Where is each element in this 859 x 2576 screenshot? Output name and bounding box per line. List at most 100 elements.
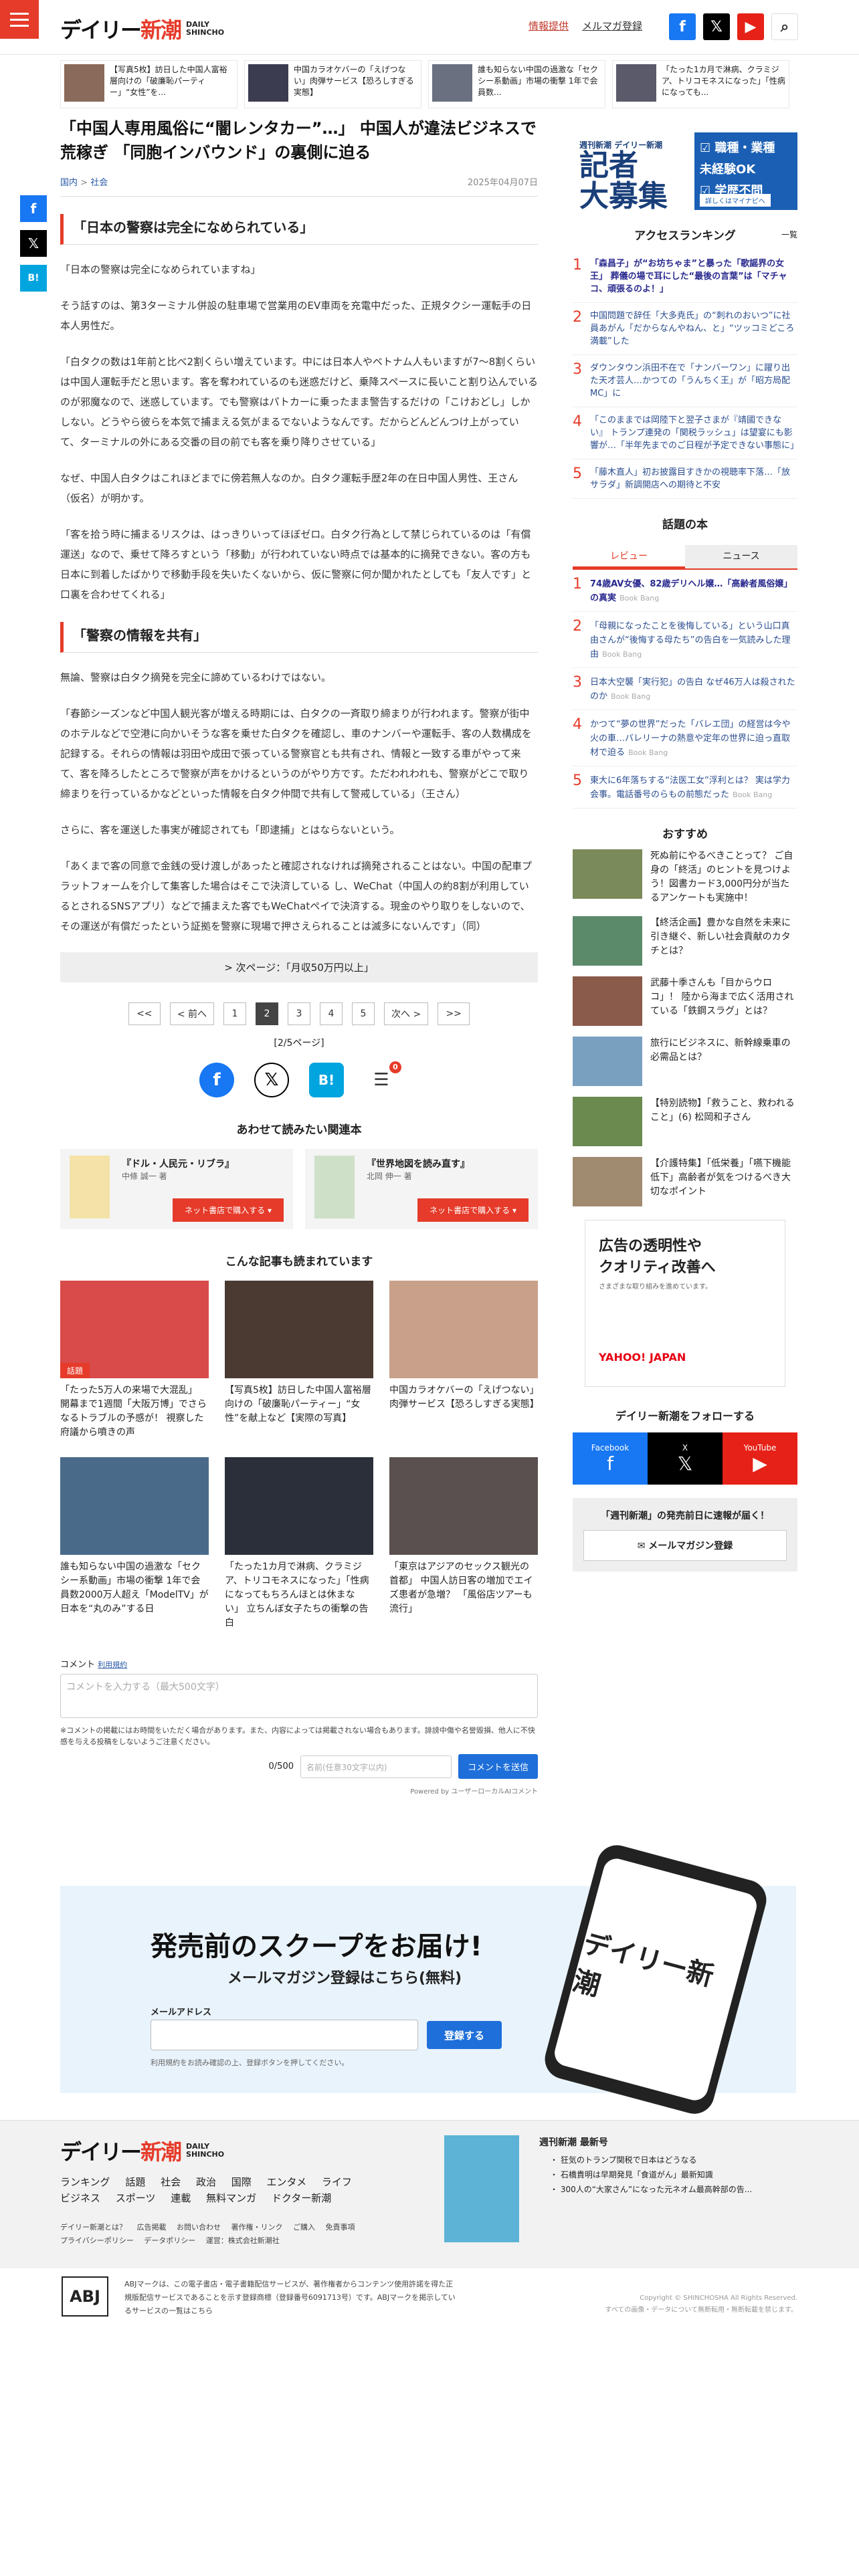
terms-link[interactable]: 利用規約: [98, 1660, 127, 1669]
buy-button[interactable]: ネット書店で購入する ▾: [173, 1198, 284, 1222]
ad-banner[interactable]: 広告の透明性や クオリティ改善へ さまざまな取り組みを進めています。 YAHOO…: [585, 1220, 785, 1387]
hatena-share-icon[interactable]: B!: [20, 265, 47, 292]
buy-button[interactable]: ネット書店で購入する ▾: [417, 1198, 529, 1222]
footer-link[interactable]: ライフ: [322, 2176, 352, 2188]
footer-link[interactable]: エンタメ: [267, 2176, 307, 2188]
book-cover[interactable]: [70, 1156, 110, 1218]
x-icon[interactable]: 𝕏: [703, 13, 730, 40]
name-input[interactable]: 名前(任意30文字以内): [300, 1755, 452, 1778]
strip-card[interactable]: 誰も知らない中国の過激な「セクシー系動画」市場の衝撃 1年で会員数...: [428, 60, 605, 108]
recommend-item[interactable]: 【特別読物】「救うこと、救われること」(6) 松岡和子さん: [573, 1097, 797, 1146]
menu-icon[interactable]: [0, 0, 39, 39]
ranking-item[interactable]: 1 「森昌子」が“お坊ちゃま”と暴った「歌謡界の女王」 葬儀の場で耳にした“最後の…: [573, 251, 797, 303]
youtube-icon[interactable]: ▶: [737, 13, 764, 40]
book-item[interactable]: 4 かつて“夢の世界”だった「バレエ団」の経営は今や火の車…バレリーナの熱意や定年…: [573, 710, 797, 766]
footer-small-link[interactable]: ご購入: [293, 2223, 315, 2232]
footer-link[interactable]: ランキング: [60, 2176, 110, 2188]
page-3-button[interactable]: 3: [288, 1002, 310, 1025]
facebook-follow-button[interactable]: Facebook f: [573, 1432, 648, 1485]
comment-input[interactable]: コメントを入力する（最大500文字）: [60, 1674, 538, 1718]
book-item[interactable]: 3 日本大空襲「実行犯」の告白 なぜ46万人は殺されたのか Book Bang: [573, 668, 797, 710]
footer-small-link[interactable]: 運営：株式会社新潮社: [206, 2236, 280, 2245]
footer-logo[interactable]: デイリー新潮 DAILY SHINCHO: [60, 2135, 224, 2166]
ranking-item[interactable]: 3 ダウンタウン浜田不在で「ナンバーワン」に躍り出た天才芸人…かつての「うんちく王…: [573, 355, 797, 407]
ranking-item[interactable]: 5 「藤木直人」初お披露目すきかの視聴率下落…「放サラダ」新調開店への期待と不安: [573, 459, 797, 499]
footer-small-link[interactable]: 広告掲載: [137, 2223, 167, 2232]
article-card[interactable]: 中国カラオケバーの「えげつない」肉弾サービス【恐ろしすぎる実態】: [389, 1281, 539, 1440]
footer-link[interactable]: 社会: [161, 2176, 181, 2188]
breadcrumb-home[interactable]: 国内: [60, 178, 78, 188]
section-heading: 「日本の警察は完全になめられている」: [60, 214, 538, 245]
comment-icon[interactable]: ☰ 0: [364, 1061, 401, 1097]
strip-card[interactable]: 「たった1カ月で淋病、クラミジア、トリコモネスになった」「性病になっても...: [612, 60, 789, 108]
book-title[interactable]: 『ドル・人民元・リブラ』: [122, 1157, 234, 1170]
email-input[interactable]: [151, 2020, 418, 2050]
footer-small-link[interactable]: 免責事項: [326, 2223, 355, 2232]
recommend-item[interactable]: 【介護特集】「低栄養」「嚥下機能低下」高齢者が気をつけるべき大切なポイント: [573, 1157, 797, 1206]
register-button[interactable]: 登録する: [427, 2021, 502, 2049]
footer-link[interactable]: 国際: [231, 2176, 252, 2188]
submit-comment-button[interactable]: コメントを送信: [458, 1754, 538, 1779]
youtube-follow-button[interactable]: YouTube ▶: [723, 1432, 797, 1485]
book-item[interactable]: 2 「母親になったことを後悔している」という山口真由さんが“後悔する母たち”の告白…: [573, 612, 797, 668]
page-4-button[interactable]: 4: [320, 1002, 343, 1025]
ranking-item[interactable]: 2 中国問題で辞任「大多尭氏」の“刺れのおいつ”に社員あがん「だからなんやねん、と…: [573, 303, 797, 355]
hatena-share-icon[interactable]: B!: [309, 1063, 344, 1097]
book-item[interactable]: 1 74歳AV女優、82歳デリヘル嬢…「高齢者風俗嬢」の真実 Book Bang: [573, 570, 797, 612]
footer-link[interactable]: ビジネス: [60, 2192, 100, 2204]
info-provide-link[interactable]: 情報提供: [529, 19, 569, 33]
footer-link[interactable]: スポーツ: [116, 2192, 156, 2204]
recommend-item[interactable]: 死ぬ前にやるべきことって？ ご自身の「終活」のヒントを見つけよう！図書カード3,…: [573, 849, 797, 905]
article-card[interactable]: 【写真5枚】訪日した中国人富裕層向けの「破廉恥パーティー」“女性”を献上など【実…: [225, 1281, 373, 1440]
last-page-button[interactable]: >>: [438, 1002, 470, 1025]
tab-review[interactable]: レビュー: [573, 545, 685, 568]
recruit-banner[interactable]: 週刊新潮 デイリー新潮 記者 大募集 ☑ 職種・業種 未経験OK ☑ 学歴不問 詳しくは…: [573, 132, 797, 210]
article-card[interactable]: 誰も知らない中国の過激な「セクシー系動画」市場の衝撃 1年で会員数2000万人超…: [60, 1457, 209, 1630]
page-5-button[interactable]: 5: [352, 1002, 375, 1025]
newsletter-button[interactable]: ✉ メールマガジン登録: [583, 1530, 787, 1561]
first-page-button[interactable]: <<: [128, 1002, 161, 1025]
search-icon[interactable]: ⌕: [771, 13, 798, 40]
prev-page-button[interactable]: < 前へ: [169, 1002, 214, 1025]
recommend-item[interactable]: 武藤十季さんも「目からウロコ」！ 陸から海まで広く活用されている「鉄鋼スラグ」と…: [573, 976, 797, 1026]
book-cover[interactable]: [314, 1156, 355, 1218]
footer-link[interactable]: 無料マンガ: [206, 2192, 256, 2204]
book-item[interactable]: 5 東大に6年落ちする“法医工女”浮利とは？ 実は学力会事。電話番号のらもの前態だ…: [573, 766, 797, 809]
newsletter-link[interactable]: メルマガ登録: [582, 19, 642, 33]
facebook-share-icon[interactable]: f: [20, 195, 47, 222]
magazine-cover[interactable]: [444, 2135, 519, 2242]
footer-small-link[interactable]: お問い合わせ: [177, 2223, 221, 2232]
book-title[interactable]: 『世界地図を読み直す』: [367, 1157, 470, 1170]
next-page-link[interactable]: > 次ページ：「月収50万円以上」: [60, 952, 538, 982]
next-page-button[interactable]: 次へ >: [384, 1002, 429, 1025]
site-logo[interactable]: デイリー新潮 DAILY SHINCHO: [60, 13, 224, 44]
facebook-share-icon[interactable]: f: [199, 1063, 234, 1097]
x-share-icon[interactable]: 𝕏: [20, 230, 47, 257]
strip-card[interactable]: 【写真5枚】訪日した中国人富裕層向けの「破廉恥パーティー」“女性”を...: [60, 60, 237, 108]
x-share-icon[interactable]: 𝕏: [254, 1063, 289, 1097]
article-card[interactable]: 話題 「たった5万人の来場で大混乱」 開幕まで1週間「大阪万博」でさらなるトラブル…: [60, 1281, 209, 1440]
footer-small-link[interactable]: デイリー新潮とは？: [60, 2223, 126, 2232]
strip-card[interactable]: 中国カラオケバーの「えげつない」肉弾サービス【恐ろしすぎる実態】: [244, 60, 421, 108]
article-card[interactable]: 「東京はアジアのセックス観光の首都」 中国人訪日客の増加でエイズ患者が急増？ 「…: [389, 1457, 538, 1630]
article-card[interactable]: 「たった1カ月で淋病、クラミジア、トリコモネスになった」「性病になってもちろんほ…: [225, 1457, 373, 1630]
paragraph: 「春節シーズンなど中国人観光客が増える時期には、白タクの一斉取り締まりが行われま…: [60, 708, 532, 800]
tab-news[interactable]: ニュース: [685, 545, 797, 568]
x-follow-button[interactable]: X𝕏: [648, 1432, 723, 1485]
ranking-all-link[interactable]: 一覧: [781, 229, 797, 240]
page-1-button[interactable]: 1: [223, 1002, 246, 1025]
ranking-item[interactable]: 4 「このままでは岡陸下と翌子さまが『靖國できない』 トランプ連発の「関税ラッシュ…: [573, 407, 799, 459]
footer-link[interactable]: ドクター新潮: [272, 2192, 331, 2204]
footer-small-link[interactable]: プライバシーポリシー: [60, 2236, 134, 2245]
recommend-item[interactable]: 【終活企画】豊かな自然を未来に引き継ぐ、新しい社会貢献のカタチとは？: [573, 916, 797, 966]
others-grid: 話題 「たった5万人の来場で大混乱」 開幕まで1週間「大阪万博」でさらなるトラブル…: [60, 1281, 539, 1630]
footer-link[interactable]: 政治: [196, 2176, 216, 2188]
footer-link[interactable]: 連載: [171, 2192, 191, 2204]
page-2-button[interactable]: 2: [256, 1002, 278, 1025]
footer-small-link[interactable]: 著作権・リンク: [231, 2223, 283, 2232]
footer-link[interactable]: 話題: [125, 2176, 145, 2188]
facebook-icon[interactable]: f: [669, 13, 696, 40]
footer-small-link[interactable]: データポリシー: [144, 2236, 195, 2245]
breadcrumb-category[interactable]: 社会: [90, 178, 108, 188]
recommend-item[interactable]: 旅行にビジネスに、新幹線乗車の必需品とは？: [573, 1037, 797, 1086]
